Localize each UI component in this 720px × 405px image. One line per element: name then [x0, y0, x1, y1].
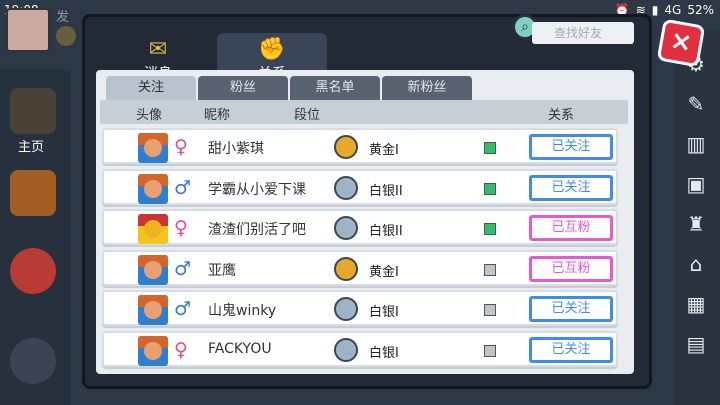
calendar-icon[interactable]: ▦: [684, 292, 708, 316]
battery-level: 52%: [687, 3, 714, 17]
top-snippet-text: 发: [56, 10, 70, 25]
avatar[interactable]: [138, 254, 168, 285]
envelope-icon: ✉: [148, 37, 168, 62]
chart-icon[interactable]: ▥: [684, 132, 708, 156]
list-item[interactable]: ♀ 甜小紫琪 黄金I 已关注: [102, 128, 618, 164]
coin-icon: [56, 26, 76, 46]
subtab-new-fans[interactable]: 新粉丝: [382, 76, 472, 100]
rank-label: 白银I: [369, 345, 399, 361]
network-type: 4G: [664, 3, 682, 17]
online-status-icon: [484, 263, 496, 276]
avatar[interactable]: [138, 214, 168, 244]
left-nav: 主页: [0, 70, 70, 405]
rank-badge-icon: [334, 337, 358, 362]
online-status-icon: [484, 142, 496, 154]
armor-icon[interactable]: ♜: [684, 212, 708, 236]
rank-badge-icon: [334, 135, 358, 159]
male-icon: ♂: [174, 298, 192, 320]
male-icon: ♂: [174, 176, 192, 199]
friend-name: 亚鹰: [208, 262, 236, 279]
friend-name: 渣渣们别活了吧: [208, 222, 306, 238]
relation-button[interactable]: 已互粉: [529, 215, 613, 241]
female-icon: ♀: [174, 217, 188, 239]
avatar[interactable]: [138, 335, 168, 366]
female-icon: ♀: [174, 338, 188, 361]
brush-icon[interactable]: ✎: [684, 92, 708, 116]
list-item[interactable]: ♀ 渣渣们别活了吧 白银II 已互粉: [102, 209, 618, 245]
subtab-following[interactable]: 关注: [106, 76, 196, 100]
header-rank: 段位: [294, 108, 321, 123]
list-item[interactable]: ♀ FACKYOU 白银I 已关注: [102, 330, 618, 367]
rank-label: 白银I: [369, 305, 399, 320]
relation-button[interactable]: 已关注: [529, 296, 613, 322]
friends-icon[interactable]: [10, 338, 56, 384]
close-button[interactable]: ×: [656, 18, 706, 68]
rank-badge-icon: [334, 175, 358, 200]
subtab-blacklist[interactable]: 黑名单: [290, 76, 380, 100]
online-status-icon: [484, 182, 496, 195]
female-icon: ♀: [174, 136, 188, 158]
subtab-fans[interactable]: 粉丝: [198, 76, 288, 100]
friend-name: 甜小紫琪: [208, 141, 264, 157]
avatar[interactable]: [138, 133, 168, 163]
list-item[interactable]: ♂ 亚鹰 黄金I 已互粉: [102, 249, 618, 286]
rank-label: 黄金I: [369, 264, 399, 280]
target-icon[interactable]: [10, 248, 56, 294]
search-input[interactable]: 查找好友: [532, 22, 634, 44]
friends-list: ♀ 甜小紫琪 黄金I 已关注 ♂ 学霸从小爱下课 白银II 已关注 ♀ 渣渣们别…: [102, 128, 618, 371]
header-avatar: 头像: [136, 108, 163, 123]
rank-badge-icon: [334, 216, 358, 240]
gift-icon[interactable]: ▣: [684, 172, 708, 196]
rank-badge-icon: [334, 256, 358, 281]
player-avatar[interactable]: [6, 8, 50, 52]
online-status-icon: [484, 304, 496, 316]
friend-name: 学霸从小爱下课: [208, 181, 306, 198]
list-item[interactable]: ♂ 学霸从小爱下课 白银II 已关注: [102, 168, 618, 205]
book-icon[interactable]: ▤: [684, 332, 708, 356]
relation-button[interactable]: 已关注: [529, 174, 613, 201]
signal-icon: ▮: [651, 3, 659, 17]
rank-badge-icon: [334, 297, 358, 321]
online-status-icon: [484, 223, 496, 235]
rank-label: 白银II: [369, 224, 403, 239]
right-nav: ⚙ ✎ ▥ ▣ ♜ ⌂ ▦ ▤: [674, 30, 720, 405]
handshake-icon: ✊: [258, 37, 286, 62]
hammer-icon[interactable]: [10, 88, 56, 134]
rank-label: 黄金I: [369, 143, 399, 158]
relation-button[interactable]: 已关注: [529, 336, 613, 363]
relation-button[interactable]: 已互粉: [529, 255, 613, 282]
chest-icon[interactable]: [10, 170, 56, 216]
rank-label: 白银II: [369, 183, 403, 199]
avatar[interactable]: [138, 173, 168, 204]
relation-button[interactable]: 已关注: [529, 134, 613, 160]
avatar[interactable]: [138, 295, 168, 325]
header-nickname: 昵称: [204, 108, 231, 123]
home-label: 主页: [18, 140, 45, 155]
friend-name: FACKYOU: [208, 340, 272, 357]
header-relation: 关系: [548, 108, 575, 123]
bank-icon[interactable]: ⌂: [684, 252, 708, 276]
online-status-icon: [484, 344, 496, 357]
male-icon: ♂: [174, 257, 192, 280]
table-header: 头像 昵称 段位 关系: [100, 100, 628, 124]
friend-name: 山鬼winky: [208, 303, 277, 319]
list-item[interactable]: ♂ 山鬼winky 白银I 已关注: [102, 290, 618, 326]
